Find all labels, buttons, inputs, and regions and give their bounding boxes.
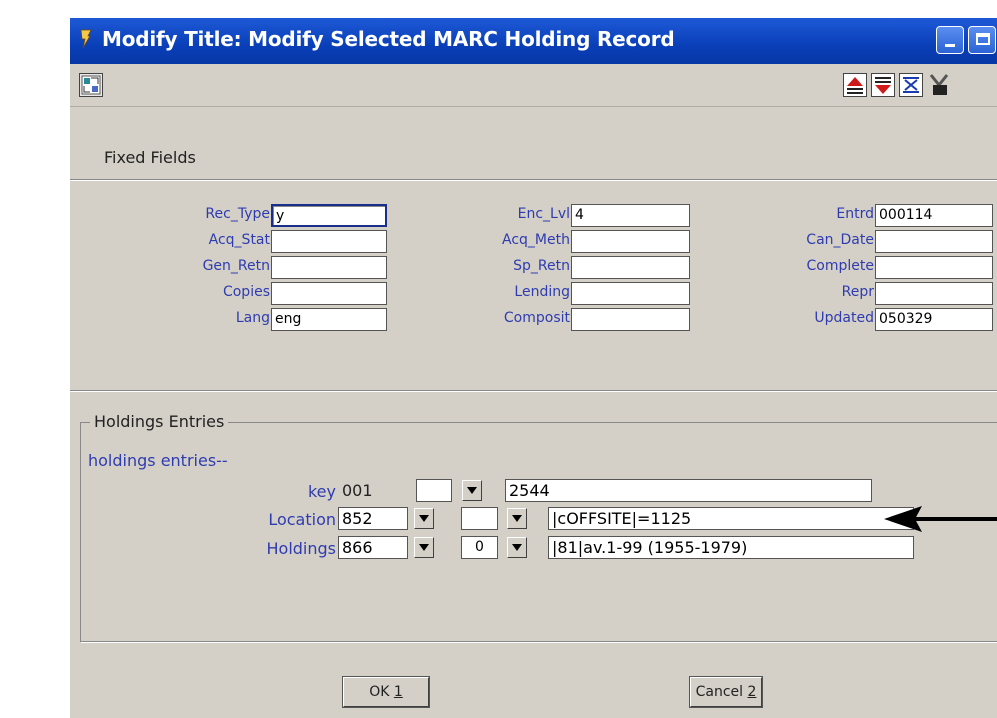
lending-field[interactable] (571, 282, 690, 305)
lending-label: Lending (514, 284, 570, 300)
divider (70, 390, 997, 392)
key-value-field[interactable]: 2544 (505, 479, 872, 502)
copies-field[interactable] (271, 282, 387, 305)
repr-field[interactable] (875, 282, 993, 305)
location-value-field[interactable]: |cOFFSITE|=1125 (548, 507, 914, 530)
fixed-fields-heading: Fixed Fields (104, 148, 196, 167)
can-date-label: Can_Date (806, 232, 874, 248)
can-date-field[interactable] (875, 230, 993, 253)
scissors-icon (929, 74, 949, 95)
key-indicator-field[interactable] (416, 479, 452, 502)
acq-meth-label: Acq_Meth (502, 232, 570, 248)
repr-label: Repr (841, 284, 874, 300)
key-tag: 001 (342, 481, 373, 500)
move-up-icon (847, 77, 863, 94)
complete-field[interactable] (875, 256, 993, 279)
updated-label: Updated (814, 310, 874, 326)
title-bar[interactable]: Modify Title: Modify Selected MARC Holdi… (70, 18, 997, 64)
delete-button[interactable] (899, 73, 923, 97)
minimize-icon (945, 44, 955, 47)
gen-retn-field[interactable] (271, 256, 387, 279)
restore-button[interactable] (968, 26, 996, 54)
lang-label: Lang (235, 310, 270, 326)
location-label: Location (268, 510, 336, 529)
ok-shortcut: 1 (393, 684, 403, 700)
cancel-button[interactable]: Cancel 2 (689, 676, 763, 708)
location-tag-field[interactable]: 852 (338, 507, 408, 530)
holdings-label: Holdings (266, 539, 337, 558)
cancel-label: Cancel (695, 684, 744, 700)
holdings-indicator-field[interactable]: 0 (461, 536, 498, 559)
delete-icon (903, 77, 919, 93)
divider (70, 179, 997, 181)
holdings-indicator-dropdown[interactable] (507, 537, 527, 558)
dialog-window: Modify Title: Modify Selected MARC Holdi… (70, 18, 997, 718)
holdings-value-field[interactable]: |81|av.1-99 (1955-1979) (548, 536, 914, 559)
copies-label: Copies (222, 284, 270, 300)
holdings-heading: Holdings Entries (90, 412, 229, 431)
composit-field[interactable] (571, 308, 690, 331)
entrd-field[interactable]: 000114 (875, 204, 993, 227)
enc-lvl-label: Enc_Lvl (517, 206, 570, 222)
cut-button[interactable] (927, 73, 951, 97)
rec-type-label: Rec_Type (205, 206, 270, 222)
cancel-shortcut: 2 (747, 684, 757, 700)
toolbar (70, 64, 997, 107)
sp-retn-field[interactable] (571, 256, 690, 279)
arrow-icon (884, 506, 997, 532)
window-icon (80, 29, 92, 49)
lang-field[interactable]: eng (271, 308, 387, 331)
composit-label: Composit (503, 310, 570, 326)
move-down-icon (875, 77, 891, 94)
location-indicator-dropdown[interactable] (507, 508, 527, 529)
acq-meth-field[interactable] (571, 230, 690, 253)
move-down-button[interactable] (871, 73, 895, 97)
sp-retn-label: Sp_Retn (513, 258, 570, 274)
enc-lvl-field[interactable]: 4 (571, 204, 690, 227)
holdings-tag-field[interactable]: 866 (338, 536, 408, 559)
holdings-tag-dropdown[interactable] (414, 537, 434, 558)
window-title: Modify Title: Modify Selected MARC Holdi… (102, 27, 675, 51)
location-indicator-field[interactable] (461, 507, 498, 530)
location-tag-dropdown[interactable] (414, 508, 434, 529)
complete-label: Complete (806, 258, 874, 274)
acq-stat-label: Acq_Stat (208, 232, 270, 248)
key-label: key (307, 482, 336, 501)
record-tool-button[interactable] (79, 73, 103, 97)
move-up-button[interactable] (843, 73, 867, 97)
ok-button[interactable]: OK 1 (342, 676, 430, 708)
ok-label: OK (369, 684, 390, 700)
tool-icon (81, 75, 101, 95)
restore-icon (976, 33, 990, 45)
entrd-label: Entrd (836, 206, 874, 222)
holdings-subheading: holdings entries-- (88, 451, 228, 470)
key-indicator-dropdown[interactable] (462, 480, 482, 501)
acq-stat-field[interactable] (271, 230, 387, 253)
rec-type-field[interactable]: y (271, 204, 387, 227)
updated-field[interactable]: 050329 (875, 308, 993, 331)
minimize-button[interactable] (936, 26, 964, 54)
gen-retn-label: Gen_Retn (202, 258, 270, 274)
